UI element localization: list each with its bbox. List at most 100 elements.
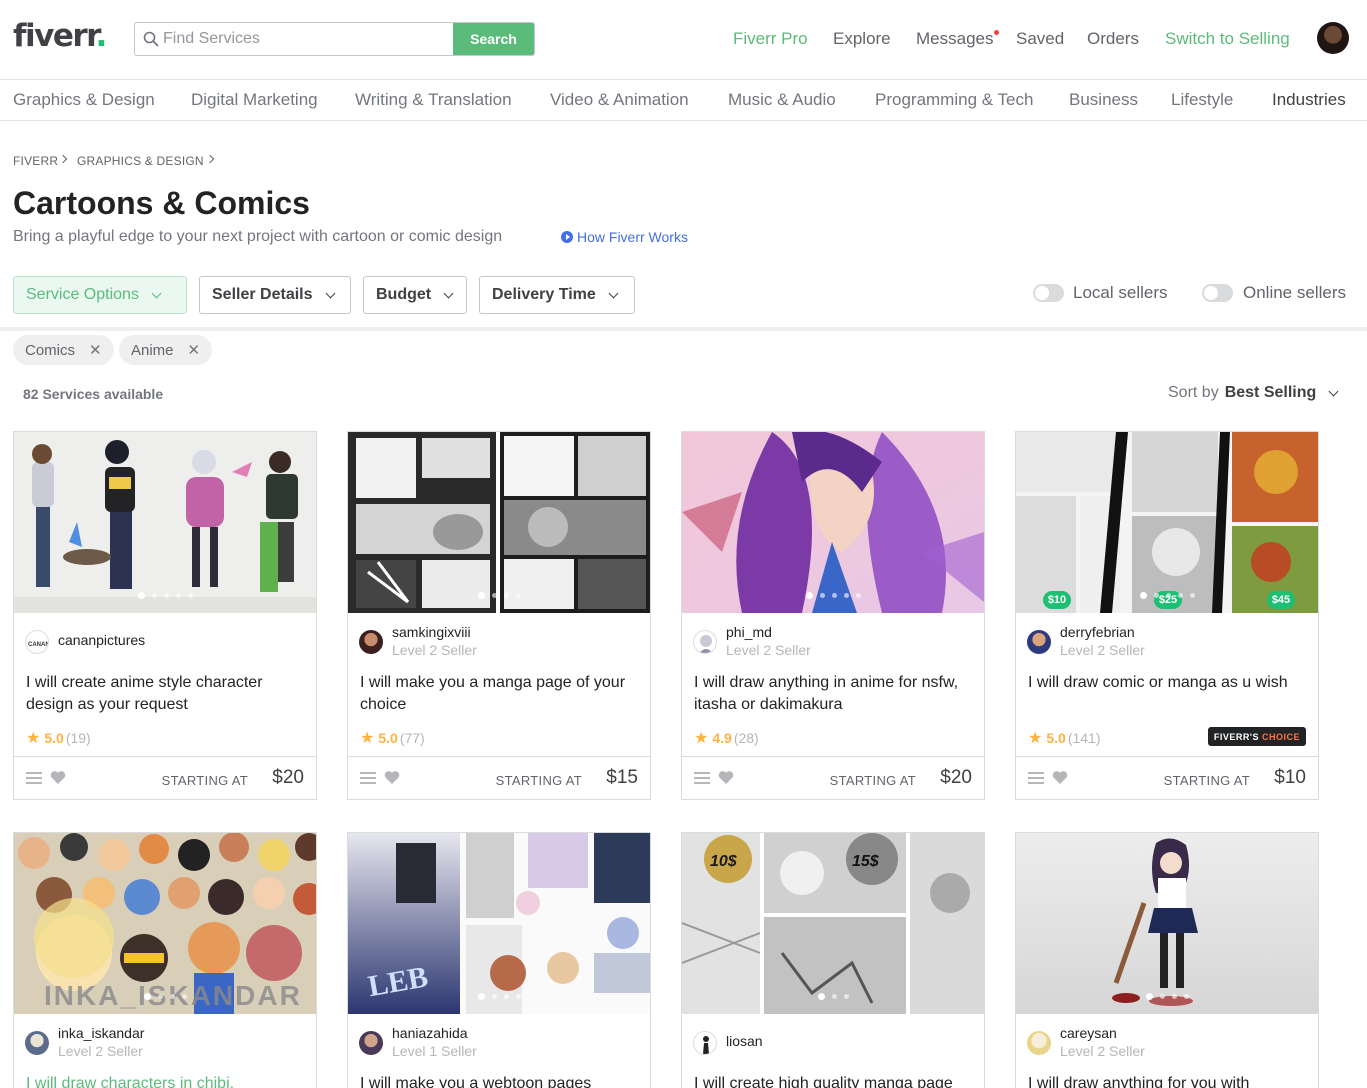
gig-thumbnail[interactable] [682, 432, 984, 613]
gig-price: $15 [606, 767, 638, 788]
tag-anime: Anime ✕ [119, 335, 213, 365]
seller-avatar[interactable] [1027, 630, 1051, 654]
list-icon[interactable] [26, 771, 42, 785]
gig-title[interactable]: I will create anime style character desi… [26, 672, 306, 716]
nav-saved[interactable]: Saved [1016, 29, 1064, 49]
gig-card[interactable]: phi_md Level 2 Seller I will draw anythi… [681, 431, 985, 800]
gig-thumbnail[interactable] [1016, 833, 1318, 1014]
gig-price: $10 [1274, 767, 1306, 788]
breadcrumb-graphics-design[interactable]: GRAPHICS & DESIGN [77, 154, 204, 168]
carousel-dots[interactable] [1016, 592, 1318, 599]
gig-card[interactable]: 10$ 15$ liosan I will create high qualit… [681, 832, 985, 1088]
local-sellers-toggle[interactable] [1033, 284, 1064, 302]
seller-name[interactable]: phi_md [726, 624, 772, 640]
star-icon: ★ [360, 730, 375, 747]
carousel-dots[interactable] [1016, 993, 1318, 1000]
carousel-dots[interactable] [682, 592, 984, 599]
list-icon[interactable] [694, 771, 710, 785]
seller-avatar[interactable] [693, 1031, 717, 1055]
heart-icon[interactable] [50, 770, 66, 785]
delivery-time-filter[interactable]: Delivery Time [479, 276, 635, 314]
category-music-audio[interactable]: Music & Audio [728, 90, 836, 110]
heart-icon[interactable] [384, 770, 400, 785]
breadcrumb-fiverr[interactable]: FIVERR [13, 154, 58, 168]
gig-card[interactable]: CANAN cananpictures I will create anime … [13, 431, 317, 800]
category-writing-translation[interactable]: Writing & Translation [355, 90, 512, 110]
gig-title[interactable]: I will draw anything for you with [1028, 1073, 1308, 1088]
category-lifestyle[interactable]: Lifestyle [1171, 90, 1233, 110]
seller-details-label: Seller Details [212, 286, 313, 303]
sort-dropdown[interactable]: Sort by Best Selling [1168, 384, 1339, 402]
gig-thumbnail[interactable] [14, 432, 316, 613]
online-sellers-toggle[interactable] [1202, 284, 1233, 302]
seller-name[interactable]: samkingixviii [392, 624, 471, 640]
results-count: 82 Services available [23, 386, 164, 402]
carousel-dots[interactable] [682, 993, 984, 1000]
gig-card[interactable]: $10 $25 $45 derryfebrian Level 2 Seller … [1015, 431, 1319, 800]
star-icon: ★ [26, 730, 41, 747]
gig-title[interactable]: I will draw comic or manga as u wish [1028, 672, 1308, 694]
seller-name[interactable]: derryfebrian [1060, 624, 1135, 640]
category-video-animation[interactable]: Video & Animation [550, 90, 689, 110]
nav-explore[interactable]: Explore [833, 29, 891, 49]
category-graphics-design[interactable]: Graphics & Design [13, 90, 155, 110]
list-icon[interactable] [360, 771, 376, 785]
seller-name[interactable]: cananpictures [58, 632, 145, 648]
seller-avatar[interactable] [693, 630, 717, 654]
seller-avatar[interactable] [1027, 1031, 1051, 1055]
search-input[interactable] [163, 23, 455, 55]
nav-switch-to-selling[interactable]: Switch to Selling [1165, 29, 1290, 49]
gig-title[interactable]: I will make you a webtoon pages [360, 1073, 640, 1088]
nav-messages[interactable]: Messages [916, 29, 993, 49]
gig-thumbnail[interactable] [348, 432, 650, 613]
carousel-dots[interactable] [348, 592, 650, 599]
gig-thumbnail[interactable]: LEB [348, 833, 650, 1014]
category-programming-tech[interactable]: Programming & Tech [875, 90, 1033, 110]
category-digital-marketing[interactable]: Digital Marketing [191, 90, 318, 110]
gig-thumbnail[interactable]: 10$ 15$ [682, 833, 984, 1014]
carousel-dots[interactable] [14, 592, 316, 599]
close-icon[interactable]: ✕ [188, 341, 201, 359]
seller-avatar[interactable] [25, 1031, 49, 1055]
seller-name[interactable]: careysan [1060, 1025, 1117, 1041]
gig-title[interactable]: I will create high quality manga page [694, 1073, 974, 1088]
seller-avatar[interactable] [359, 1031, 383, 1055]
gig-title[interactable]: I will draw anything in anime for nsfw, … [694, 672, 974, 716]
gig-thumbnail[interactable]: INKA_ISKANDAR [14, 833, 316, 1014]
gig-title[interactable]: I will draw characters in chibi, [26, 1073, 306, 1088]
search-button[interactable]: Search [453, 23, 534, 55]
gig-card[interactable]: careysan Level 2 Seller I will draw anyt… [1015, 832, 1319, 1088]
category-industries[interactable]: Industries [1272, 90, 1346, 110]
heart-icon[interactable] [718, 770, 734, 785]
seller-avatar[interactable]: CANAN [25, 630, 49, 654]
user-avatar[interactable] [1317, 22, 1349, 54]
carousel-dots[interactable] [14, 993, 316, 1000]
carousel-dots[interactable] [348, 993, 650, 1000]
heart-icon[interactable] [1052, 770, 1068, 785]
close-icon[interactable]: ✕ [89, 341, 102, 359]
seller-details-filter[interactable]: Seller Details [199, 276, 351, 314]
seller-name[interactable]: liosan [726, 1033, 763, 1049]
page-title: Cartoons & Comics [13, 185, 310, 221]
seller-name[interactable]: haniazahida [392, 1025, 468, 1041]
seller-level: Level 2 Seller [1060, 1043, 1145, 1059]
seller-avatar[interactable] [359, 630, 383, 654]
budget-filter[interactable]: Budget [363, 276, 467, 314]
gig-card[interactable]: samkingixviii Level 2 Seller I will make… [347, 431, 651, 800]
category-business[interactable]: Business [1069, 90, 1138, 110]
nav-fiverr-pro[interactable]: Fiverr Pro [733, 29, 808, 49]
gig-thumbnail[interactable]: $10 $25 $45 [1016, 432, 1318, 613]
search-bar: Search [134, 22, 535, 56]
sort-label: Sort by [1168, 384, 1219, 401]
how-fiverr-works-link[interactable]: How Fiverr Works [561, 229, 688, 245]
rating-count: (19) [65, 730, 91, 746]
gig-image: LEB [348, 833, 650, 1014]
fiverr-logo[interactable]: fiverr. [13, 18, 107, 54]
service-options-filter[interactable]: Service Options [13, 276, 187, 314]
gig-card[interactable]: LEB haniazahida Level 1 Seller I will ma… [347, 832, 651, 1088]
seller-name[interactable]: inka_iskandar [58, 1025, 144, 1041]
nav-orders[interactable]: Orders [1087, 29, 1139, 49]
gig-card[interactable]: INKA_ISKANDAR inka_iskandar Level 2 Sell… [13, 832, 317, 1088]
list-icon[interactable] [1028, 771, 1044, 785]
gig-title[interactable]: I will make you a manga page of your cho… [360, 672, 640, 716]
